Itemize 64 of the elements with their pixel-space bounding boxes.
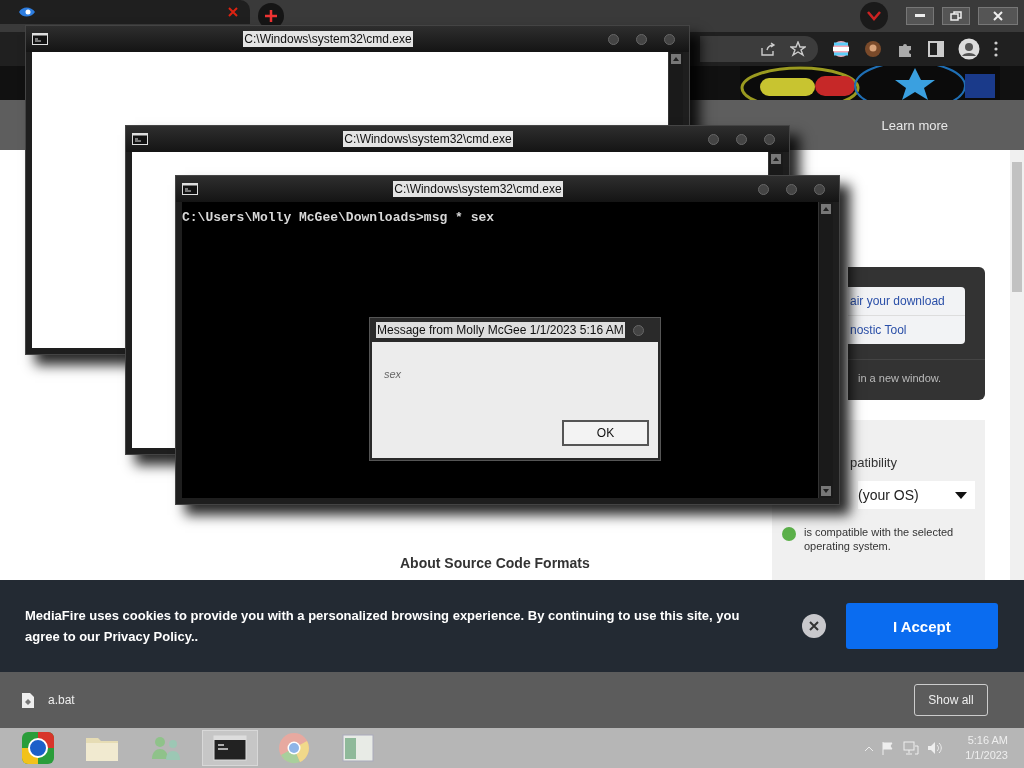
- scrollbar[interactable]: [1010, 150, 1024, 580]
- minimize-button[interactable]: [906, 7, 934, 25]
- console-icon: [132, 133, 148, 145]
- minimize-button[interactable]: [758, 183, 769, 195]
- cookie-message: MediaFire uses cookies to provide you with a personalized browsing experience. By continuing to use this site, you agree to our Privacy Policy..: [25, 607, 741, 646]
- minimize-button[interactable]: [708, 133, 719, 145]
- show-all-button[interactable]: Show all: [914, 684, 988, 716]
- window-icon: [342, 734, 374, 762]
- close-icon: [993, 11, 1003, 21]
- minimize-button[interactable]: [608, 33, 619, 45]
- learn-more-link[interactable]: Learn more: [881, 117, 948, 133]
- profile-icon[interactable]: [958, 38, 980, 60]
- menu-icon[interactable]: [994, 41, 998, 57]
- browser-tab[interactable]: [0, 0, 250, 24]
- minimize-icon: [915, 14, 925, 18]
- scroll-up-button[interactable]: [821, 204, 831, 214]
- console-icon: [213, 735, 247, 761]
- window-title: C:\Windows\system32\cmd.exe: [343, 131, 513, 147]
- restore-icon: [950, 11, 962, 21]
- os-select[interactable]: (your OS): [858, 481, 975, 509]
- file-icon: [22, 692, 34, 708]
- close-button[interactable]: [978, 7, 1018, 25]
- caret-button[interactable]: [860, 2, 888, 30]
- ok-button[interactable]: OK: [562, 420, 649, 446]
- panel-note: in a new window.: [848, 359, 985, 384]
- plus-icon: [264, 9, 278, 23]
- card-heading: patibility: [850, 455, 898, 470]
- window-title: C:\Windows\system32\cmd.exe: [243, 31, 413, 47]
- scroll-down-button[interactable]: [821, 486, 831, 496]
- clock-date: 1/1/2023: [965, 748, 1008, 763]
- sidebar-icon[interactable]: [928, 41, 944, 57]
- close-button[interactable]: [801, 614, 826, 638]
- close-icon: [808, 621, 819, 631]
- window-title: C:\Windows\system32\cmd.exe: [393, 181, 563, 197]
- globe-icon: [21, 731, 55, 765]
- favicon-icon: [18, 6, 36, 18]
- scroll-up-button[interactable]: [671, 54, 681, 64]
- dropdown-arrow-icon: [955, 491, 967, 499]
- maximize-button[interactable]: [786, 183, 797, 195]
- panel-link[interactable]: nostic Tool: [848, 315, 965, 344]
- share-icon[interactable]: [760, 42, 776, 56]
- status-text: is compatible with the selected operating system.: [804, 525, 954, 553]
- scroll-up-button[interactable]: [771, 154, 781, 164]
- dialog-title: Message from Molly McGee 1/1/2023 5:16 AM: [376, 322, 625, 338]
- maximize-button[interactable]: [942, 7, 970, 25]
- console-icon: [182, 183, 198, 195]
- star-icon[interactable]: [790, 41, 806, 57]
- maximize-button[interactable]: [636, 33, 647, 45]
- section-heading: About Source Code Formats: [400, 555, 591, 571]
- address-bar[interactable]: [700, 36, 818, 62]
- check-icon: [782, 527, 796, 541]
- accept-button[interactable]: I Accept: [845, 603, 998, 649]
- download-item[interactable]: a.bat: [48, 693, 900, 707]
- taskbar-button[interactable]: [202, 730, 258, 766]
- maximize-button[interactable]: [736, 133, 747, 145]
- console-icon: [32, 33, 48, 45]
- console-line: C:\Users\Molly McGee\Downloads>msg * sex: [182, 210, 496, 225]
- chrome-icon: [278, 732, 310, 764]
- panel-link[interactable]: air your download: [848, 287, 965, 315]
- avatar-icon[interactable]: [864, 40, 882, 58]
- close-icon[interactable]: [228, 7, 238, 17]
- flag-icon[interactable]: [832, 40, 850, 58]
- caret-icon: [867, 11, 881, 21]
- dialog-message: sex: [384, 368, 403, 380]
